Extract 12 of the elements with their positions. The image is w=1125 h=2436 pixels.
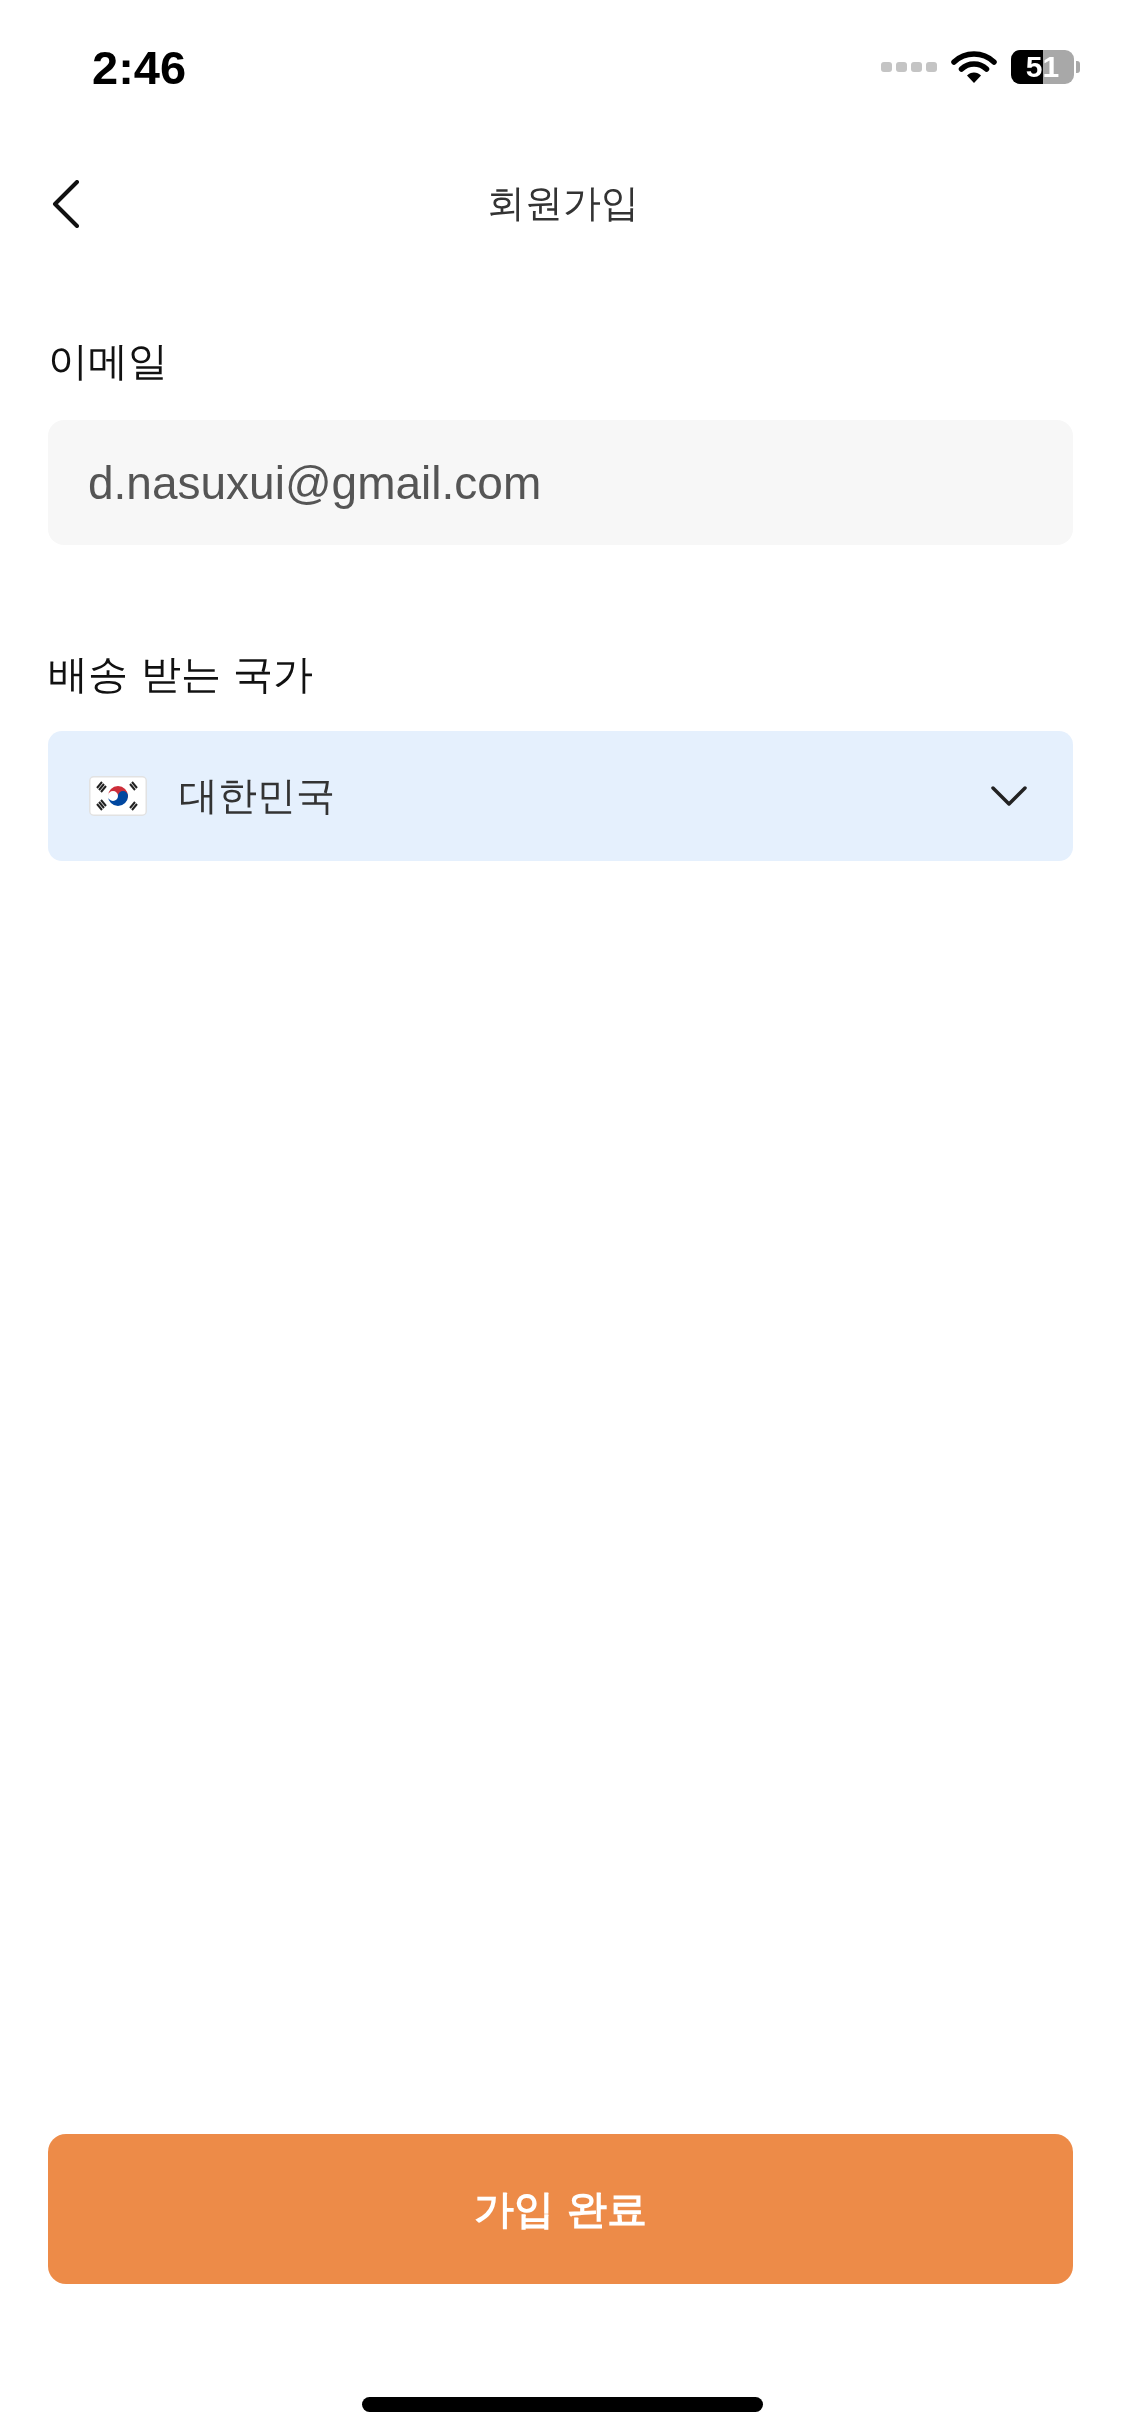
status-time: 2:46 bbox=[92, 43, 187, 91]
flag-icon bbox=[89, 776, 147, 816]
field-label: 배송 받는 국가 bbox=[48, 650, 315, 699]
country-select[interactable]: 대한민국 bbox=[48, 731, 1073, 861]
page-title: 회원가입 bbox=[486, 181, 639, 227]
wifi-icon bbox=[951, 50, 997, 84]
chevron-down-icon bbox=[991, 786, 1027, 806]
field-label: 이메일 bbox=[48, 337, 169, 386]
chevron-left-icon bbox=[52, 180, 80, 228]
email-field[interactable]: d.nasuxui@gmail.com bbox=[48, 420, 1073, 545]
battery-level-text: 51 bbox=[1025, 52, 1060, 82]
signal-icon bbox=[881, 61, 937, 73]
